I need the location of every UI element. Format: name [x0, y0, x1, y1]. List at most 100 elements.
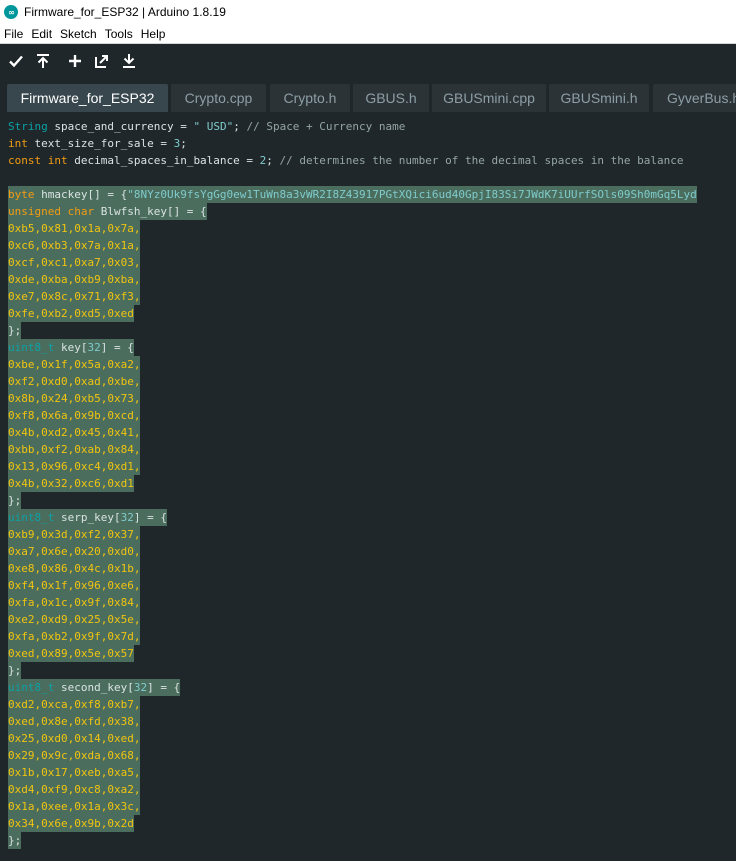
code-line: 0xe2,0xd9,0x25,0x5e, [8, 611, 141, 628]
save-button[interactable] [118, 50, 140, 72]
tab-gbus-h[interactable]: GBUS.h [353, 84, 429, 112]
code-token-text: space_and_currency = [47, 120, 194, 133]
title-bar: ∞ Firmware_for_ESP32 | Arduino 1.8.19 [0, 0, 736, 24]
menu-edit[interactable]: Edit [31, 27, 52, 41]
code-line: 0x13,0x96,0xc4,0xd1, [8, 458, 141, 475]
code-line: 0xbe,0x1f,0x5a,0xa2, [8, 356, 141, 373]
code-token-keyword: byte [8, 188, 35, 201]
code-token-number: 32 [87, 341, 101, 354]
verify-button[interactable] [5, 50, 27, 72]
code-line: const int decimal_spaces_in_balance = 2;… [8, 152, 684, 169]
plus-icon [69, 55, 81, 67]
code-line: }; [8, 322, 22, 339]
code-line: 0x29,0x9c,0xda,0x68, [8, 747, 141, 764]
code-token-text: ; [180, 137, 187, 150]
open-arrow-icon [95, 55, 108, 68]
code-token-text: serp_key[ [54, 511, 121, 524]
tab-gbusmini-h[interactable]: GBUSmini.h [549, 84, 649, 112]
code-token-keyword: const int [8, 154, 68, 167]
code-line: byte hmackey[] = {"8NYz0Uk9fsYgGg0ew1TuW… [8, 186, 697, 203]
code-line: 0xf8,0x6a,0x9b,0xcd, [8, 407, 141, 424]
code-token-text: key[ [54, 341, 88, 354]
code-token-text: decimal_spaces_in_balance = [67, 154, 260, 167]
code-token-number: 32 [120, 511, 134, 524]
code-editor[interactable]: String space_and_currency = " USD"; // S… [0, 112, 736, 861]
code-line: 0xf2,0xd0,0xad,0xbe, [8, 373, 141, 390]
arduino-logo-icon: ∞ [4, 5, 18, 19]
tab-gbusmini-cpp[interactable]: GBUSmini.cpp [432, 84, 546, 112]
code-token-type: uint8_t [8, 341, 55, 354]
code-token-keyword: unsigned char [8, 205, 95, 218]
open-button[interactable] [91, 50, 113, 72]
download-arrow-icon [123, 54, 135, 68]
tab-crypto-h[interactable]: Crypto.h [270, 84, 350, 112]
code-token-number: 32 [133, 681, 148, 694]
tab-gyverbus-h[interactable]: GyverBus.h [653, 84, 736, 112]
code-line: 0xbb,0xf2,0xab,0x84, [8, 441, 141, 458]
code-line: 0xfe,0xb2,0xd5,0xed [8, 305, 134, 322]
code-token-type: uint8_t [8, 681, 55, 694]
code-line: 0xb5,0x81,0x1a,0x7a, [8, 220, 141, 237]
menu-sketch[interactable]: Sketch [60, 27, 97, 41]
code-token-text: Blwfsh_key[] = { [94, 205, 207, 218]
code-line: }; [8, 832, 22, 849]
code-line: 0xde,0xba,0xb9,0xba, [8, 271, 141, 288]
menu-tools[interactable]: Tools [105, 27, 133, 41]
code-line: 0xb9,0x3d,0xf2,0x37, [8, 526, 141, 543]
code-token-text: second_key[ [54, 681, 134, 694]
new-button[interactable] [64, 50, 86, 72]
code-token-type: String [8, 120, 48, 133]
code-token-type: uint8_t [8, 511, 55, 524]
code-line: 0xe8,0x86,0x4c,0x1b, [8, 560, 141, 577]
code-token-comment: // Space + Currency name [246, 120, 406, 133]
check-icon [9, 55, 23, 68]
code-line: 0x1b,0x17,0xeb,0xa5, [8, 764, 141, 781]
code-token-text: ; [233, 120, 247, 133]
code-line: 0x25,0xd0,0x14,0xed, [8, 730, 141, 747]
menu-file[interactable]: File [4, 27, 23, 41]
code-line: 0xf4,0x1f,0x96,0xe6, [8, 577, 141, 594]
menu-bar: File Edit Sketch Tools Help [0, 24, 736, 44]
code-line: 0x4b,0xd2,0x45,0x41, [8, 424, 141, 441]
code-line: int text_size_for_sale = 3; [8, 135, 187, 152]
code-line: 0x8b,0x24,0xb5,0x73, [8, 390, 141, 407]
code-token-text: ; [266, 154, 280, 167]
code-token-text: ] = { [133, 511, 167, 524]
code-line: 0xed,0x8e,0xfd,0x38, [8, 713, 141, 730]
code-line: }; [8, 492, 22, 509]
code-line: unsigned char Blwfsh_key[] = { [8, 203, 207, 220]
code-token-text: text_size_for_sale = [27, 137, 174, 150]
tab-bar: Firmware_for_ESP32 Crypto.cpp Crypto.h G… [0, 80, 736, 112]
tab-crypto-cpp[interactable]: Crypto.cpp [171, 84, 266, 112]
code-token-keyword: int [8, 137, 28, 150]
code-line: 0x1a,0xee,0x1a,0x3c, [8, 798, 141, 815]
code-line: uint8_t second_key[32] = { [8, 679, 181, 696]
code-token-string: "8NYz0Uk9fsYgGg0ew1TuWn8a3vWR2I8Z43917PG… [127, 188, 697, 201]
upload-button[interactable] [32, 50, 54, 72]
code-token-text: ] = { [100, 341, 134, 354]
code-line: 0xc6,0xb3,0x7a,0x1a, [8, 237, 141, 254]
code-token-text: ] = { [147, 681, 181, 694]
code-line: 0xd2,0xca,0xf8,0xb7, [8, 696, 141, 713]
toolbar [0, 44, 736, 80]
code-line: 0xe7,0x8c,0x71,0xf3, [8, 288, 141, 305]
code-token-text: hmackey[] = { [34, 188, 128, 201]
code-line: 0xa7,0x6e,0x20,0xd0, [8, 543, 141, 560]
code-line: uint8_t key[32] = { [8, 339, 134, 356]
code-line: 0xfa,0xb2,0x9f,0x7d, [8, 628, 141, 645]
tab-firmware-for-esp32[interactable]: Firmware_for_ESP32 [7, 84, 168, 112]
code-line: uint8_t serp_key[32] = { [8, 509, 167, 526]
code-line: 0xfa,0x1c,0x9f,0x84, [8, 594, 141, 611]
code-line: 0x34,0x6e,0x9b,0x2d [8, 815, 134, 832]
code-token-string: " USD" [193, 120, 234, 133]
code-token-comment: // determines the number of the decimal … [279, 154, 684, 167]
code-line: }; [8, 662, 22, 679]
code-line: 0x4b,0x32,0xc6,0xd1 [8, 475, 134, 492]
upload-arrow-icon [37, 54, 49, 68]
code-line: 0xd4,0xf9,0xc8,0xa2, [8, 781, 141, 798]
code-line: String space_and_currency = " USD"; // S… [8, 118, 405, 135]
code-line: 0xcf,0xc1,0xa7,0x03, [8, 254, 141, 271]
code-line: 0xed,0x89,0x5e,0x57 [8, 645, 134, 662]
window-title: Firmware_for_ESP32 | Arduino 1.8.19 [24, 5, 226, 19]
menu-help[interactable]: Help [141, 27, 166, 41]
